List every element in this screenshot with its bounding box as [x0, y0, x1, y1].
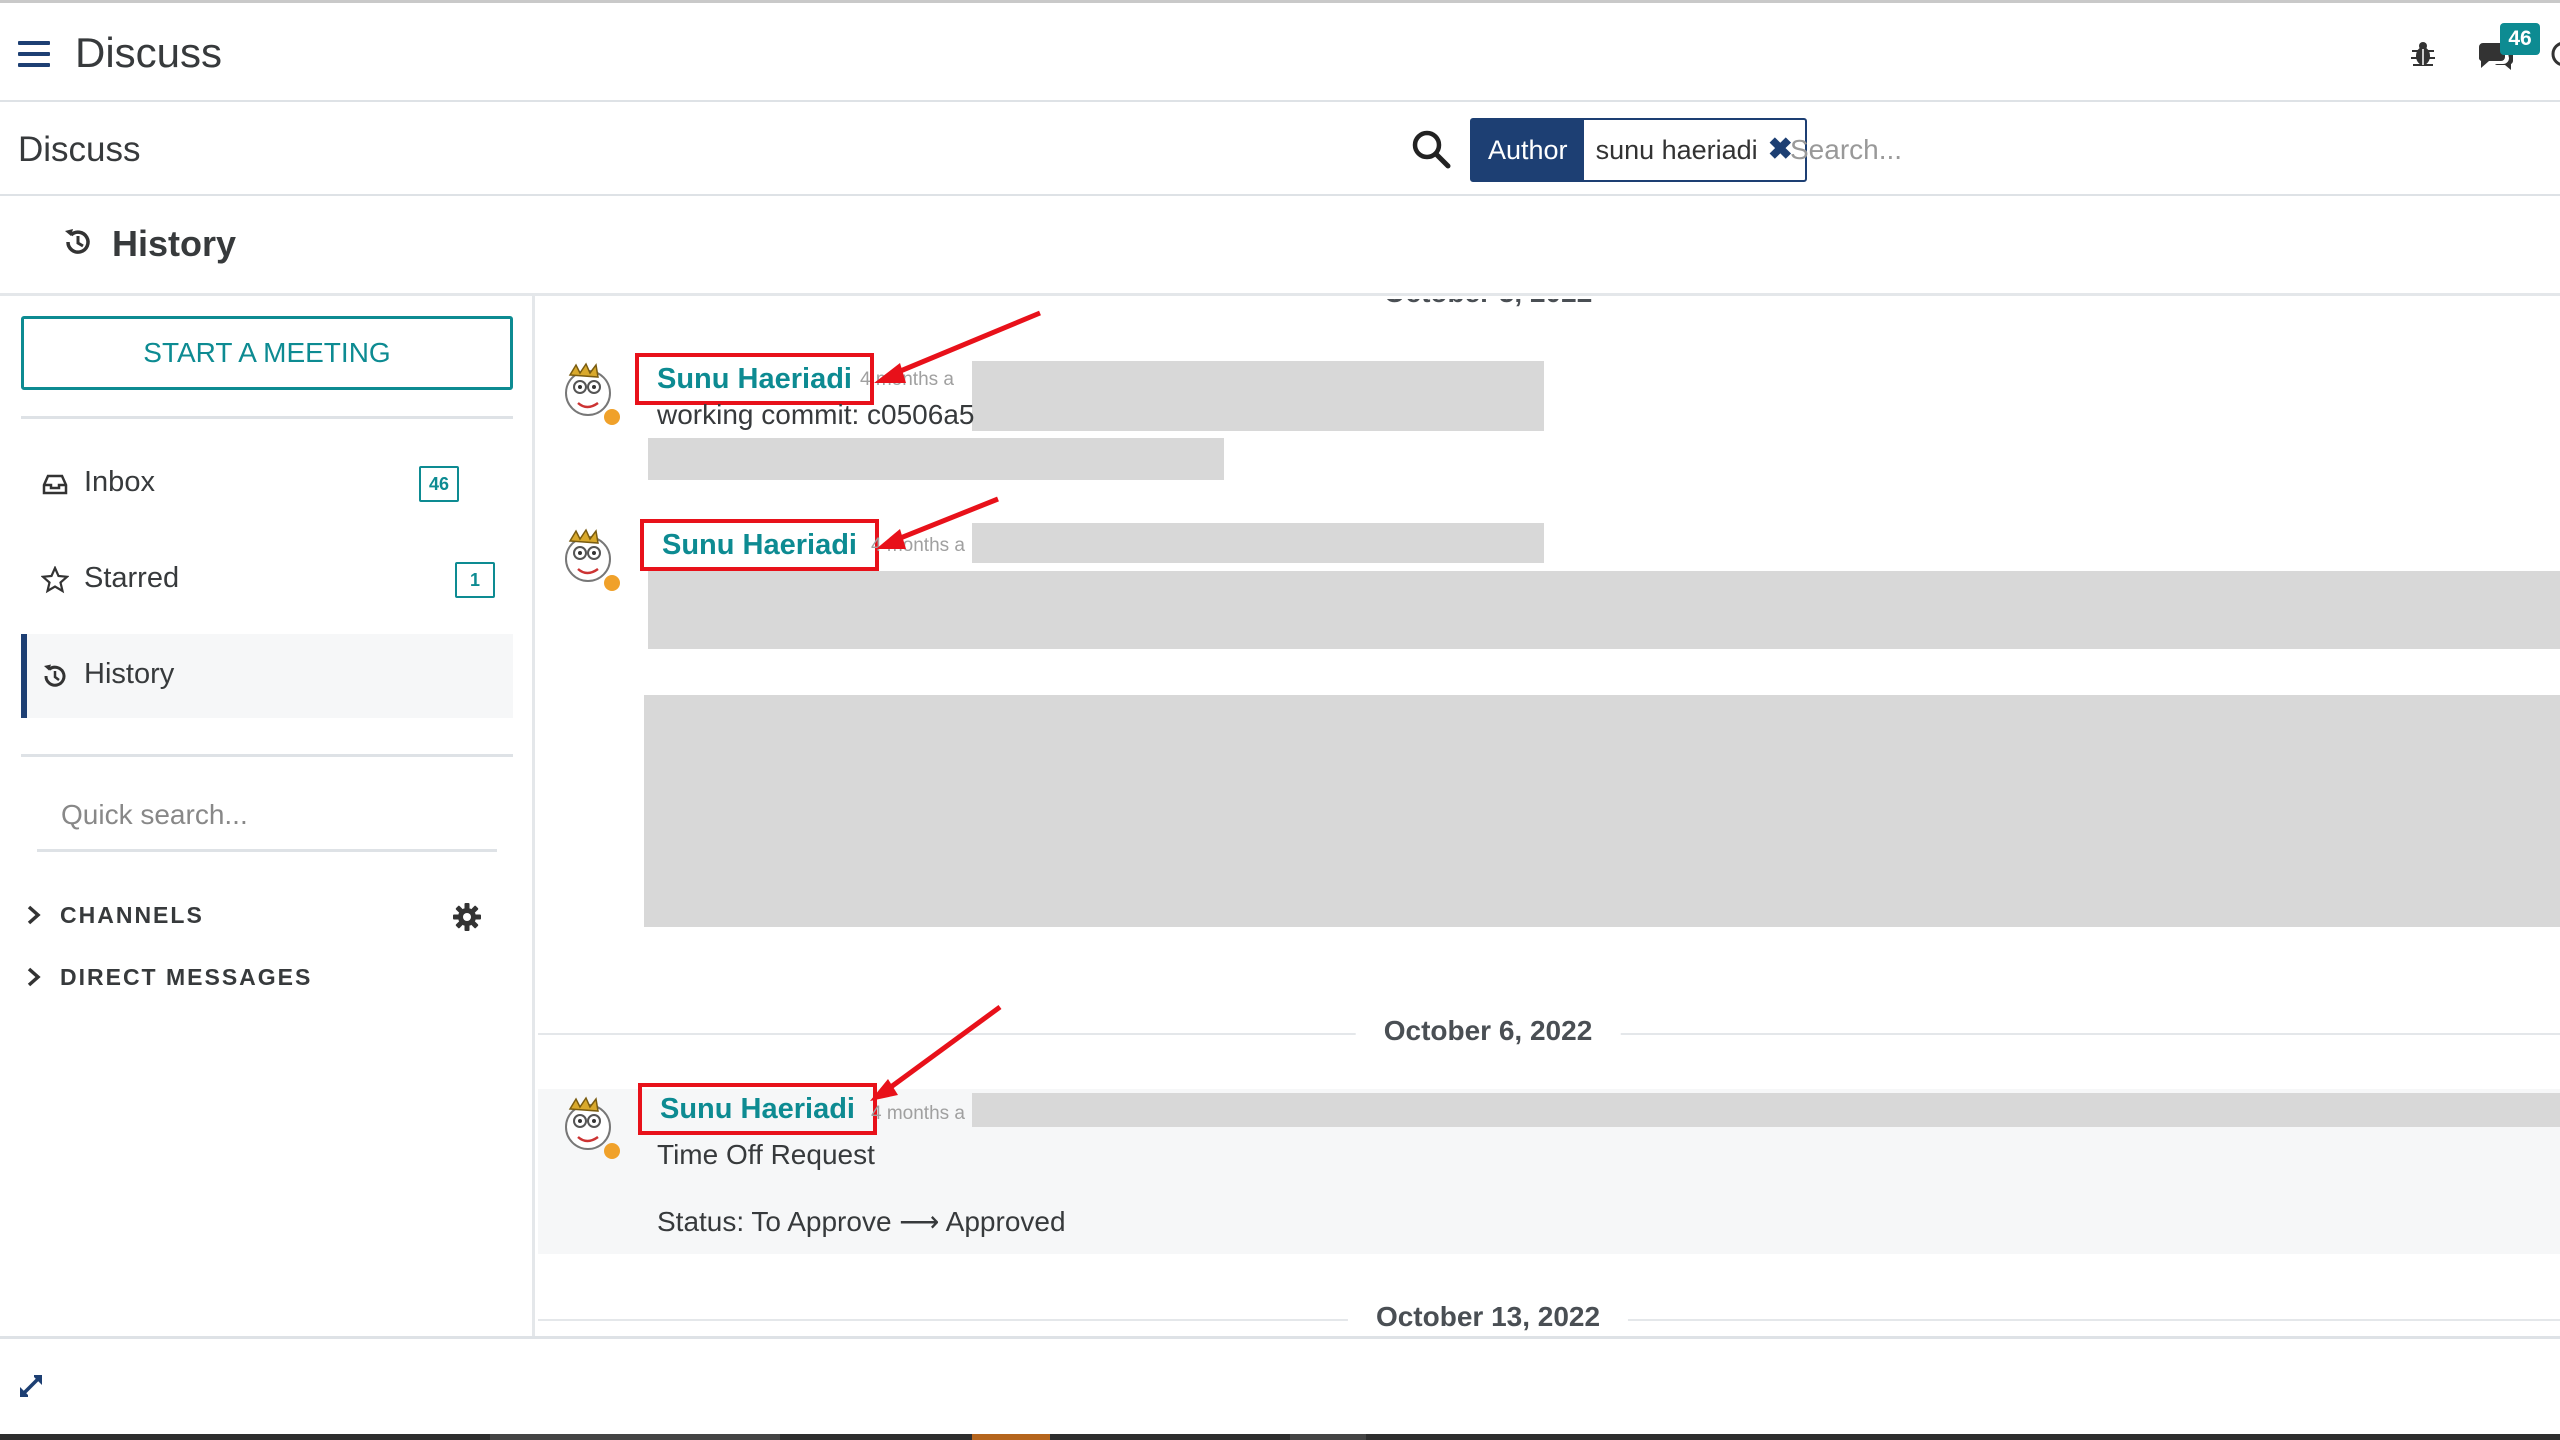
- redacted-area: [648, 438, 1224, 480]
- redacted-area: [644, 695, 2560, 927]
- facet-label: Author: [1472, 120, 1584, 180]
- category-label: CHANNELS: [60, 902, 204, 928]
- tracking-value: Status: To Approve ⟶ Approved: [657, 1206, 1066, 1237]
- sidebar-item-inbox[interactable]: Inbox 46: [21, 442, 513, 526]
- date-separator: October 13, 2022: [538, 1299, 2560, 1336]
- author-avatar[interactable]: [558, 525, 624, 599]
- start-meeting-button[interactable]: START A MEETING: [21, 316, 513, 390]
- author-name[interactable]: Sunu Haeriadi: [660, 1087, 855, 1131]
- date-label: October 5, 2022: [1355, 299, 1621, 309]
- author-highlight: Sunu Haeriadi: [635, 353, 874, 405]
- notification-badge: 46: [2500, 23, 2540, 55]
- message: Sunu Haeriadi 4 months a working commit:…: [538, 349, 2560, 499]
- sidebar-item-history[interactable]: History: [21, 634, 513, 718]
- date-separator: October 5, 2022: [538, 299, 2560, 315]
- facet-value: sunu haeriadi: [1595, 135, 1758, 165]
- os-taskbar: [0, 1434, 2560, 1440]
- sidebar-item-starred[interactable]: Starred 1: [21, 538, 513, 622]
- message-date: 4 months a: [871, 535, 965, 556]
- message-body: working commit: c0506a5: [657, 399, 975, 430]
- author-name[interactable]: Sunu Haeriadi: [657, 357, 852, 401]
- category-label: DIRECT MESSAGES: [60, 964, 313, 990]
- message: Sunu Haeriadi 4 months a Time Off Reques…: [538, 1083, 2560, 1253]
- author-highlight: Sunu Haeriadi: [640, 519, 879, 571]
- history-icon: [65, 229, 90, 254]
- chevron-right-icon: [27, 905, 41, 925]
- thread-title: History: [112, 223, 237, 264]
- author-highlight: Sunu Haeriadi: [638, 1083, 877, 1135]
- date-label: October 6, 2022: [1355, 1015, 1621, 1047]
- date-separator: October 6, 2022: [538, 1013, 2560, 1053]
- starred-counter: 1: [455, 562, 495, 598]
- search-input[interactable]: [1790, 120, 2550, 180]
- control-panel: Discuss Author sunu haeriadi ✖: [0, 102, 2560, 196]
- discuss-sidebar: START A MEETING Inbox 46 Starred 1 Histo…: [0, 296, 535, 1336]
- author-avatar[interactable]: [558, 1093, 624, 1167]
- redacted-area: [972, 1093, 2560, 1127]
- taskbar-item[interactable]: [972, 1434, 1050, 1440]
- expand-icon[interactable]: [16, 1371, 46, 1401]
- app-title: Discuss: [75, 29, 223, 76]
- inbox-counter: 46: [419, 466, 459, 502]
- search-facet: Author sunu haeriadi ✖: [1470, 118, 1807, 182]
- message-date: 4 months a: [871, 1103, 965, 1124]
- sidebar-item-label: Starred: [84, 562, 180, 594]
- thread-header: History: [0, 196, 2560, 296]
- taskbar-item[interactable]: [1290, 1434, 1366, 1440]
- sidebar-divider: [21, 754, 513, 757]
- taskbar-item[interactable]: [490, 1434, 780, 1440]
- redacted-area: [648, 571, 2560, 649]
- sidebar-item-label: Inbox: [84, 466, 155, 498]
- search-icon[interactable]: [1410, 128, 1452, 170]
- star-icon: [41, 566, 69, 594]
- redacted-area: [972, 523, 1544, 563]
- date-label: October 13, 2022: [1347, 1301, 1629, 1333]
- message-date: 4 months a: [860, 369, 954, 390]
- quick-search-input[interactable]: [37, 780, 497, 852]
- activity-icon[interactable]: [2550, 39, 2560, 69]
- chat-window-bar: [0, 1336, 2560, 1434]
- message-thread: October 5, 2022 Sunu Haeriadi 4 months a…: [538, 299, 2560, 1336]
- breadcrumb: Discuss: [18, 130, 141, 169]
- inbox-icon: [42, 474, 68, 495]
- sidebar-item-label: History: [84, 658, 175, 690]
- author-avatar[interactable]: [558, 359, 624, 433]
- history-icon: [44, 664, 66, 687]
- chevron-right-icon: [27, 967, 41, 987]
- message-body: Time Off Request: [657, 1139, 875, 1170]
- bug-icon[interactable]: [2408, 39, 2438, 69]
- gear-icon[interactable]: [452, 902, 482, 932]
- author-name[interactable]: Sunu Haeriadi: [662, 523, 857, 567]
- sidebar-divider: [21, 416, 513, 419]
- redacted-area: [972, 361, 1544, 431]
- main-navbar: Discuss 46: [0, 0, 2560, 102]
- menu-icon[interactable]: [18, 41, 50, 69]
